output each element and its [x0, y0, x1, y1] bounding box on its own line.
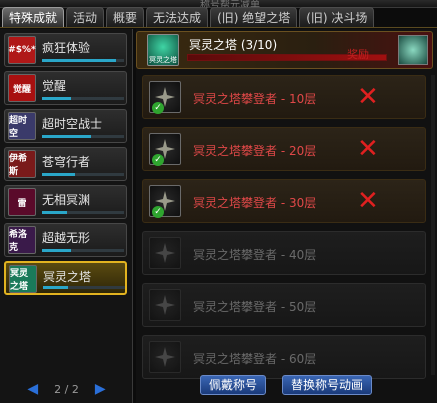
category-progress-bar [42, 135, 124, 138]
check-icon: ✓ [152, 206, 164, 218]
reward-stamp: 奖励 [347, 48, 369, 61]
achievement-title: 冥灵之塔 (3/10) [189, 38, 278, 52]
category-label: 超时空战士 [42, 117, 103, 131]
category-progress-bar [42, 211, 124, 214]
cross-emblem-icon: ✓ [149, 133, 181, 166]
item-name: 冥灵之塔攀登者 - 30层 [193, 196, 317, 210]
list-item: ✓ 冥灵之塔攀登者 - 30层 ✕ [142, 179, 426, 223]
category-spirit-tower[interactable]: 冥灵之塔 冥灵之塔 [4, 261, 127, 295]
time-warrior-icon: 超时空 [8, 112, 36, 140]
page-indicator: 2 / 2 [54, 382, 79, 396]
category-label: 冥灵之塔 [43, 270, 92, 284]
wear-title-button[interactable]: 佩戴称号 [200, 375, 267, 395]
spirit-tower-icon: 冥灵之塔 [9, 265, 37, 293]
category-progress-bar [43, 286, 125, 289]
tab-summary[interactable]: 概要 [106, 7, 145, 27]
sub-achievement-list: ✓ 冥灵之塔攀登者 - 10层 ✕ ✓ 冥灵之塔攀登者 - 20层 ✕ ✓ 冥灵… [142, 75, 430, 385]
category-progress-bar [42, 173, 124, 176]
tab-unachievable[interactable]: 无法达成 [146, 7, 209, 27]
category-label: 超越无形 [42, 231, 91, 245]
list-item: 冥灵之塔攀登者 - 50层 [142, 283, 426, 327]
red-x-icon: ✕ [357, 134, 379, 164]
category-label: 疯狂体验 [42, 41, 91, 55]
category-progress-fill [42, 97, 71, 100]
tab-old-despair-tower[interactable]: (旧) 绝望之塔 [210, 7, 298, 27]
category-time-warrior[interactable]: 超时空 超时空战士 [4, 109, 127, 143]
formless-abyss-icon: 雷 [8, 188, 36, 216]
cross-emblem-icon [149, 341, 181, 373]
next-page-arrow-icon[interactable]: ▶ [95, 381, 106, 397]
category-label: 觉醒 [42, 79, 67, 93]
category-crazy-experience[interactable]: #$%* 疯狂体验 [4, 33, 127, 67]
reward-item-icon[interactable] [398, 35, 428, 65]
awakening-icon: 觉醒 [8, 74, 36, 102]
red-x-icon: ✕ [357, 82, 379, 112]
tab-bar: 特殊成就 活动 概要 无法达成 (旧) 绝望之塔 (旧) 决斗场 [0, 7, 437, 28]
achievement-detail-panel: 冥灵之塔 冥灵之塔 (3/10) 奖励 ✓ 冥灵之塔攀登者 - 10层 ✕ ✓ … [136, 29, 437, 403]
cross-emblem-icon [149, 237, 181, 269]
category-progress-fill [42, 135, 92, 138]
list-item: 冥灵之塔攀登者 - 60层 [142, 335, 426, 379]
category-label: 苍穹行者 [42, 155, 91, 169]
item-name: 冥灵之塔攀登者 - 20层 [193, 144, 317, 158]
list-item: 冥灵之塔攀登者 - 40层 [142, 231, 426, 275]
list-item: ✓ 冥灵之塔攀登者 - 20层 ✕ [142, 127, 426, 171]
category-sidebar: #$%* 疯狂体验 觉醒 觉醒 超时空 超时空战士 伊希斯 苍穹行者 雷 无相冥… [0, 29, 133, 403]
prev-page-arrow-icon[interactable]: ◀ [27, 381, 38, 397]
check-icon: ✓ [152, 102, 164, 114]
category-progress-fill [42, 173, 75, 176]
category-label: 无相冥渊 [42, 193, 91, 207]
category-progress-bar [42, 59, 124, 62]
category-awakening[interactable]: 觉醒 觉醒 [4, 71, 127, 105]
category-progress-bar [42, 97, 124, 100]
category-progress-bar [42, 249, 124, 252]
replace-title-animation-button[interactable]: 替换称号动画 [282, 375, 373, 395]
red-x-icon: ✕ [357, 186, 379, 216]
cross-emblem-icon: ✓ [149, 81, 181, 114]
item-name: 冥灵之塔攀登者 - 10层 [193, 92, 317, 106]
tab-special-achievements[interactable]: 特殊成就 [2, 7, 65, 27]
category-beyond-formless[interactable]: 希洛克 超越无形 [4, 223, 127, 257]
item-name: 冥灵之塔攀登者 - 60层 [193, 352, 317, 366]
spirit-tower-achievement-icon: 冥灵之塔 [147, 34, 179, 66]
cross-emblem-icon: ✓ [149, 185, 181, 218]
sky-walker-icon: 伊希斯 [8, 150, 36, 178]
tab-old-arena[interactable]: (旧) 决斗场 [299, 7, 375, 27]
category-sky-walker[interactable]: 伊希斯 苍穹行者 [4, 147, 127, 181]
category-progress-fill [43, 286, 68, 289]
check-icon: ✓ [152, 154, 164, 166]
pager: ◀ 2 / 2 ▶ [0, 379, 133, 399]
category-progress-fill [42, 211, 67, 214]
list-scrollbar[interactable] [431, 75, 435, 375]
achievement-header: 冥灵之塔 冥灵之塔 (3/10) 奖励 [136, 31, 433, 69]
cross-emblem-icon [149, 289, 181, 321]
item-name: 冥灵之塔攀登者 - 50层 [193, 300, 317, 314]
category-progress-fill [42, 249, 71, 252]
category-progress-fill [42, 59, 116, 62]
item-name: 冥灵之塔攀登者 - 40层 [193, 248, 317, 262]
list-item: ✓ 冥灵之塔攀登者 - 10层 ✕ [142, 75, 426, 119]
tab-events[interactable]: 活动 [66, 7, 105, 27]
category-formless-abyss[interactable]: 雷 无相冥渊 [4, 185, 127, 219]
beyond-formless-icon: 希洛克 [8, 226, 36, 254]
crazy-experience-icon: #$%* [8, 36, 36, 64]
